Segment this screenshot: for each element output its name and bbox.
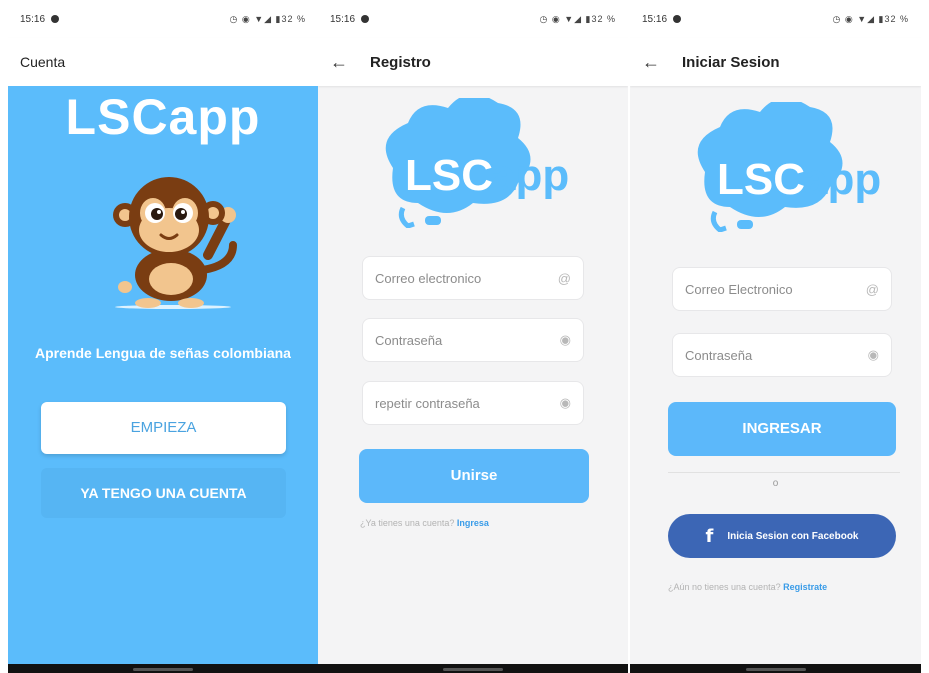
- email-placeholder: Correo electronico: [375, 270, 482, 286]
- app-bar: Cuenta: [8, 38, 318, 86]
- facebook-icon: f: [705, 525, 714, 547]
- app-bar: ← Registro: [318, 38, 628, 86]
- screen-account: 15:16 ◷ ◉ ▼◢ ▮32 % Cuenta LSCapp Aprende…: [8, 0, 318, 673]
- status-icons: ◷ ◉ ▼◢ ▮32 %: [832, 13, 909, 24]
- back-arrow-icon[interactable]: ←: [642, 52, 682, 73]
- home-indicator[interactable]: [745, 668, 806, 671]
- monkey-mascot-icon: [113, 177, 237, 309]
- logo-text-lsc: LSC: [717, 155, 805, 204]
- status-notification-icon: [673, 15, 682, 23]
- screen-login: 15:16 ◷ ◉ ▼◢ ▮32 % ← Iniciar Sesion LSC …: [630, 0, 921, 673]
- join-button[interactable]: Unirse: [359, 449, 589, 503]
- page-title: Registro: [370, 53, 431, 71]
- status-time: 15:16: [642, 13, 668, 25]
- page-title: Cuenta: [20, 54, 66, 70]
- have-account-button[interactable]: YA TENGO UNA CUENTA: [41, 468, 286, 518]
- status-bar: 15:16 ◷ ◉ ▼◢ ▮32 %: [630, 0, 921, 38]
- nav-bar: [8, 664, 318, 673]
- eye-icon[interactable]: ◉: [560, 395, 571, 411]
- status-time: 15:16: [20, 13, 46, 25]
- logo-text-app: app: [491, 151, 569, 200]
- password-placeholder: Contraseña: [685, 347, 753, 363]
- have-account-text: ¿Ya tienes una cuenta? Ingresa: [360, 518, 489, 528]
- status-icons: ◷ ◉ ▼◢ ▮32 %: [539, 13, 616, 24]
- at-sign-icon: @: [557, 270, 571, 286]
- repeat-password-placeholder: repetir contraseña: [375, 395, 480, 411]
- status-time: 15:16: [330, 13, 356, 25]
- password-field[interactable]: Contraseña ◉: [362, 318, 584, 362]
- brand-logo: LSCapp: [65, 89, 261, 145]
- status-bar: 15:16 ◷ ◉ ▼◢ ▮32 %: [318, 0, 628, 38]
- home-indicator[interactable]: [443, 668, 503, 671]
- status-bar: 15:16 ◷ ◉ ▼◢ ▮32 %: [8, 0, 318, 38]
- no-account-text: ¿Aún no tienes una cuenta? Registrate: [668, 582, 828, 592]
- eye-icon[interactable]: ◉: [560, 332, 571, 348]
- tagline: Aprende Lengua de señas colombiana: [35, 345, 291, 361]
- facebook-login-button[interactable]: f Inicia Sesion con Facebook: [668, 514, 896, 558]
- logo-text-lsc: LSC: [405, 151, 493, 200]
- hero-panel: [8, 86, 318, 664]
- home-indicator[interactable]: [133, 668, 193, 671]
- status-icons: ◷ ◉ ▼◢ ▮32 %: [229, 13, 306, 24]
- login-link[interactable]: Ingresa: [457, 518, 489, 528]
- screen-register: 15:16 ◷ ◉ ▼◢ ▮32 % ← Registro LSC app Co…: [318, 0, 628, 673]
- start-button[interactable]: EMPIEZA: [41, 402, 286, 454]
- page-title: Iniciar Sesion: [682, 53, 780, 71]
- divider: [668, 472, 900, 473]
- eye-icon[interactable]: ◉: [868, 347, 879, 363]
- email-field[interactable]: Correo electronico @: [362, 256, 584, 300]
- register-link[interactable]: Registrate: [783, 582, 827, 592]
- or-separator: o: [772, 478, 779, 489]
- email-placeholder: Correo Electronico: [685, 281, 793, 297]
- password-placeholder: Contraseña: [375, 332, 443, 348]
- status-notification-icon: [361, 15, 370, 23]
- at-sign-icon: @: [865, 281, 879, 297]
- app-logo: LSC app: [697, 102, 881, 232]
- app-logo: LSC app: [385, 98, 569, 228]
- email-field[interactable]: Correo Electronico @: [672, 267, 892, 311]
- back-arrow-icon[interactable]: ←: [330, 52, 370, 73]
- logo-text-app: app: [803, 155, 881, 204]
- password-field[interactable]: Contraseña ◉: [672, 333, 892, 377]
- app-bar: ← Iniciar Sesion: [630, 38, 921, 86]
- status-notification-icon: [51, 15, 60, 23]
- nav-bar: [630, 664, 921, 673]
- repeat-password-field[interactable]: repetir contraseña ◉: [362, 381, 584, 425]
- nav-bar: [318, 664, 628, 673]
- facebook-button-label: Inicia Sesion con Facebook: [727, 530, 859, 542]
- login-button[interactable]: INGRESAR: [668, 402, 896, 456]
